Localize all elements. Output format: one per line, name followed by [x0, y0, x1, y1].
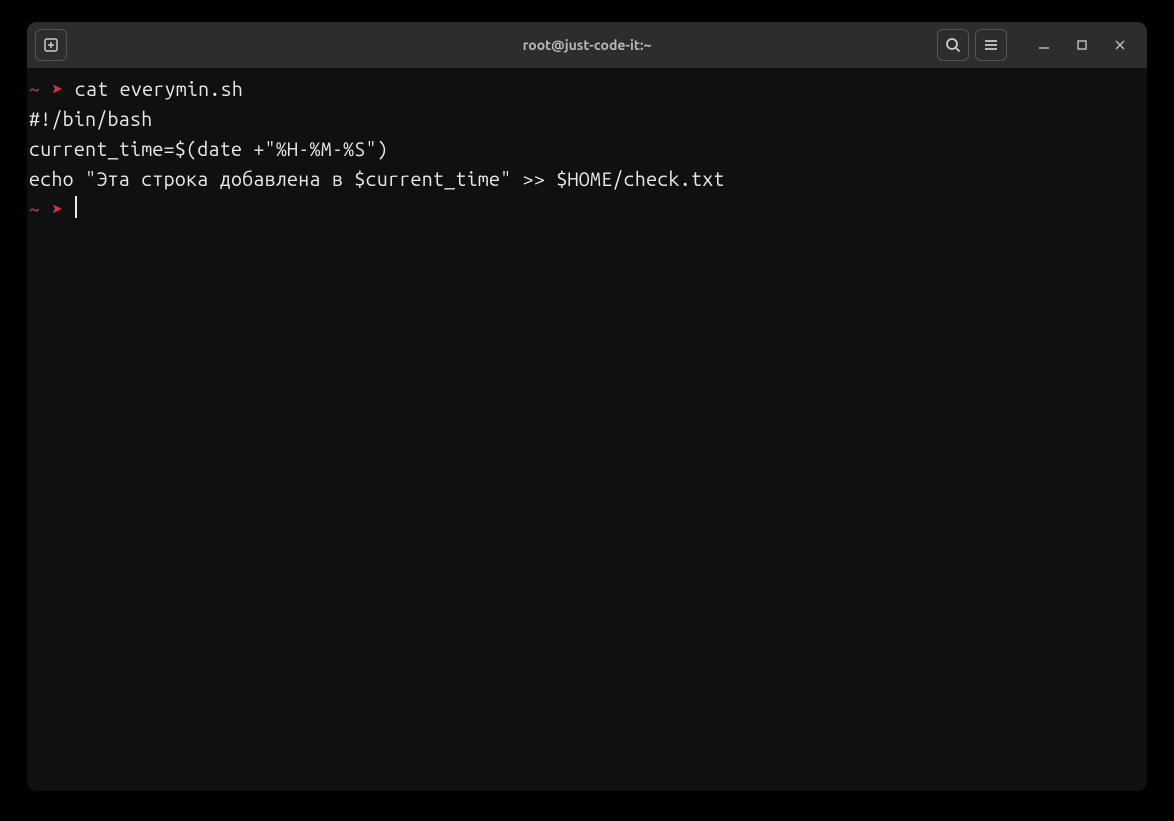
prompt-cwd: ~ — [29, 198, 40, 220]
prompt-line-2: ~ ➤ — [29, 194, 1145, 224]
maximize-button[interactable] — [1063, 29, 1101, 61]
prompt-arrow-icon: ➤ — [51, 198, 63, 220]
output-line: echo "Эта строка добавлена в $current_ti… — [29, 164, 1145, 194]
output-line: #!/bin/bash — [29, 104, 1145, 134]
maximize-icon — [1077, 40, 1087, 50]
terminal-window: root@just-code-it:~ — [27, 22, 1147, 791]
prompt-cwd: ~ — [29, 78, 40, 100]
prompt-arrow-icon: ➤ — [51, 78, 63, 100]
minimize-icon — [1039, 40, 1049, 50]
window-title: root@just-code-it:~ — [523, 37, 652, 53]
output-line: current_time=$(date +"%H-%M-%S") — [29, 134, 1145, 164]
terminal-body[interactable]: ~ ➤ cat everymin.sh #!/bin/bash current_… — [27, 68, 1147, 791]
menu-button[interactable] — [975, 29, 1007, 61]
titlebar-right — [937, 29, 1139, 61]
prompt-line-1: ~ ➤ cat everymin.sh — [29, 74, 1145, 104]
command-text: cat everymin.sh — [75, 78, 243, 100]
titlebar: root@just-code-it:~ — [27, 22, 1147, 68]
new-tab-icon — [43, 37, 59, 53]
cursor — [75, 196, 77, 218]
close-icon — [1115, 40, 1125, 50]
titlebar-left — [35, 29, 67, 61]
hamburger-icon — [983, 37, 999, 53]
window-controls — [1025, 29, 1139, 61]
new-tab-button[interactable] — [35, 29, 67, 61]
search-icon — [945, 37, 961, 53]
search-button[interactable] — [937, 29, 969, 61]
minimize-button[interactable] — [1025, 29, 1063, 61]
close-button[interactable] — [1101, 29, 1139, 61]
